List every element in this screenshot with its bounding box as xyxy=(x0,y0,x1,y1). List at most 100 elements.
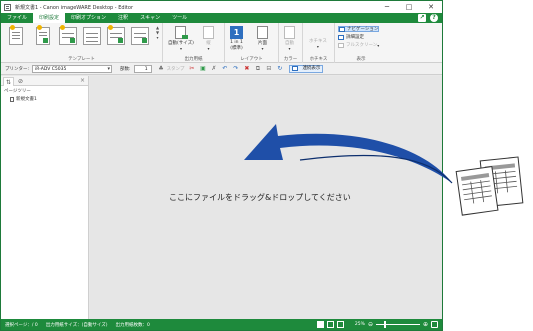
navigation-label: ナビゲーション xyxy=(347,27,379,32)
star-icon xyxy=(10,25,15,30)
navigation-toggle[interactable]: ナビゲーション xyxy=(338,26,380,32)
drop-instruction: ここにファイルをドラッグ&ドロップしてください xyxy=(169,193,351,202)
help-icon[interactable]: ? xyxy=(430,14,438,22)
detail-settings-toggle[interactable]: 詳細設定 xyxy=(338,34,379,40)
n-in-1-icon: 1 xyxy=(230,26,243,39)
document-drop-area[interactable]: ここにファイルをドラッグ&ドロップしてください xyxy=(90,76,442,319)
stapling-group-label: ホチキス xyxy=(309,57,328,62)
chevron-down-icon: ▾ xyxy=(316,44,319,49)
chevron-down-icon: ▾ xyxy=(207,46,210,51)
paper-size-icon xyxy=(175,26,189,39)
color-group: 自動 ▾ カラー xyxy=(279,23,303,63)
star-icon xyxy=(108,25,113,30)
maximize-button[interactable]: □ xyxy=(398,1,420,13)
color-group-label: カラー xyxy=(283,57,298,62)
tab-page-tree[interactable]: ⇅ xyxy=(3,77,14,86)
portrait-icon xyxy=(203,26,214,39)
selected-page-status: 選択ページ：/ 0 xyxy=(5,322,38,328)
zoom-slider-thumb[interactable] xyxy=(383,321,386,328)
fullscreen-icon xyxy=(338,42,344,48)
paste-icon[interactable]: ▣ xyxy=(199,65,206,72)
toolbar-icons: ♣ スタンプ ✂ ▣ ✗ ↶ ↷ ✖ ⧉ ⊟ ↻ xyxy=(158,65,284,72)
cut-icon[interactable]: ✂ xyxy=(188,65,195,72)
color-icon xyxy=(284,26,295,39)
document-icon xyxy=(4,3,11,11)
menu-print-options[interactable]: 印刷オプション xyxy=(65,13,112,23)
copy-icon[interactable]: ⧉ xyxy=(254,65,261,72)
menu-bar: ファイル 印刷設定 印刷オプション 注釈 スキャン ツール ↗ ? xyxy=(1,13,442,23)
zoom-out-icon[interactable]: ⊖ xyxy=(368,321,373,328)
title-bar: 新規文書1 - Canon imageWARE Desktop - Editor… xyxy=(1,1,442,13)
fullscreen-toggle[interactable]: フルスクリーン ▾ xyxy=(338,42,379,48)
single-page-view-icon[interactable] xyxy=(316,321,324,328)
editor-window: 新規文書1 - Canon imageWARE Desktop - Editor… xyxy=(0,0,443,331)
output-size-status: 出力用紙サイズ：(自動サイズ) xyxy=(45,322,108,328)
auto-size-button[interactable]: 自動(サイズ) ▾ xyxy=(168,26,194,51)
color-mode-button[interactable]: 自動 ▾ xyxy=(284,26,295,51)
display-group: ナビゲーション 詳細設定 フルスクリーン ▾ 表示 xyxy=(335,23,387,63)
close-button[interactable]: ✕ xyxy=(420,1,442,13)
expand-icon[interactable]: ▾ xyxy=(156,35,158,40)
thumbnail-view-icon[interactable] xyxy=(336,321,344,328)
chevron-down-icon: ▾ xyxy=(288,46,291,51)
layout-group-label: レイアウト xyxy=(240,57,263,62)
menu-print-settings[interactable]: 印刷設定 xyxy=(33,13,66,23)
refresh-icon[interactable]: ↻ xyxy=(276,65,283,72)
menu-scan[interactable]: スキャン xyxy=(134,13,166,23)
printer-select[interactable]: iR-ADV C5035 xyxy=(32,64,113,73)
template-thumbnail-6[interactable] xyxy=(131,27,149,45)
chevron-down-icon: ▾ xyxy=(261,46,264,51)
copies-stepper[interactable]: 1 xyxy=(133,64,152,73)
zoom-in-icon[interactable]: ⊕ xyxy=(423,321,428,328)
export-icon[interactable]: ↗ xyxy=(418,14,426,22)
star-icon xyxy=(60,25,65,30)
zoom-slider[interactable] xyxy=(375,321,420,328)
output-pages-status: 出力用紙枚数：0 xyxy=(115,322,150,328)
two-page-view-icon[interactable] xyxy=(326,321,334,328)
tree-item-label: 新規文書1 xyxy=(16,97,37,102)
duplex-icon xyxy=(257,26,268,39)
star-icon xyxy=(37,25,42,30)
page-tree-title: ページツリー xyxy=(4,89,31,94)
orientation-button[interactable]: 縦 ▾ xyxy=(203,26,214,51)
split-icon[interactable]: ⊟ xyxy=(265,65,272,72)
toolbar: プリンター: iR-ADV C5035 部数: 1 ♣ スタンプ ✂ ▣ ✗ ↶… xyxy=(1,63,442,75)
display-group-label: 表示 xyxy=(356,57,366,62)
stapling-button[interactable]: ホチキス ▾ xyxy=(309,26,327,49)
template-thumbnail-2[interactable] xyxy=(36,25,50,45)
remove-icon[interactable]: ✖ xyxy=(243,65,250,72)
delete-icon[interactable]: ✗ xyxy=(210,65,217,72)
template-scroll[interactable]: ▲ ▼ ▾ xyxy=(154,25,161,49)
template-thumbnail-5[interactable] xyxy=(107,25,125,45)
template-thumbnail-4[interactable] xyxy=(83,27,101,45)
menu-annotation[interactable]: 注釈 xyxy=(112,13,134,23)
minimize-button[interactable]: ─ xyxy=(376,1,398,13)
output-group-label: 出力用紙 xyxy=(184,57,203,62)
tree-item-document[interactable]: 新規文書1 xyxy=(10,96,37,102)
fullscreen-label: フルスクリーン xyxy=(346,43,378,48)
window-title: 新規文書1 - Canon imageWARE Desktop - Editor xyxy=(15,4,133,11)
printer-label: プリンター: xyxy=(5,66,30,72)
template-thumbnail-3[interactable] xyxy=(59,25,77,45)
continuous-view-button[interactable]: 連続表示 xyxy=(289,64,324,73)
template-thumbnail-1[interactable] xyxy=(9,25,23,45)
menu-tools[interactable]: ツール xyxy=(166,13,193,23)
close-icon[interactable]: × xyxy=(80,77,85,84)
fit-page-icon[interactable] xyxy=(431,321,438,328)
menu-file[interactable]: ファイル xyxy=(1,13,33,23)
n-in-1-button[interactable]: 1 1 in 1 (標準) xyxy=(230,26,243,51)
duplex-button[interactable]: 片面 ▾ xyxy=(257,26,268,51)
tab-attachments[interactable]: ⊘ xyxy=(15,77,26,86)
pane-tabs: ⇅ ⊘ × xyxy=(1,76,88,86)
window-controls: ─ □ ✕ xyxy=(376,1,442,13)
zoom-level: 25% xyxy=(354,322,365,327)
navigation-icon xyxy=(339,26,345,32)
template-group-label: テンプレート xyxy=(68,57,95,62)
stamp-label: スタンプ xyxy=(166,66,185,72)
n-in-1-sublabel: (標準) xyxy=(230,46,243,51)
chevron-down-icon: ▾ xyxy=(179,46,182,51)
redo-icon[interactable]: ↷ xyxy=(232,65,239,72)
undo-icon[interactable]: ↶ xyxy=(221,65,228,72)
layout-group: 1 1 in 1 (標準) 片面 ▾ レイアウト xyxy=(225,23,279,63)
stamp-icon[interactable]: ♣ xyxy=(158,65,165,72)
